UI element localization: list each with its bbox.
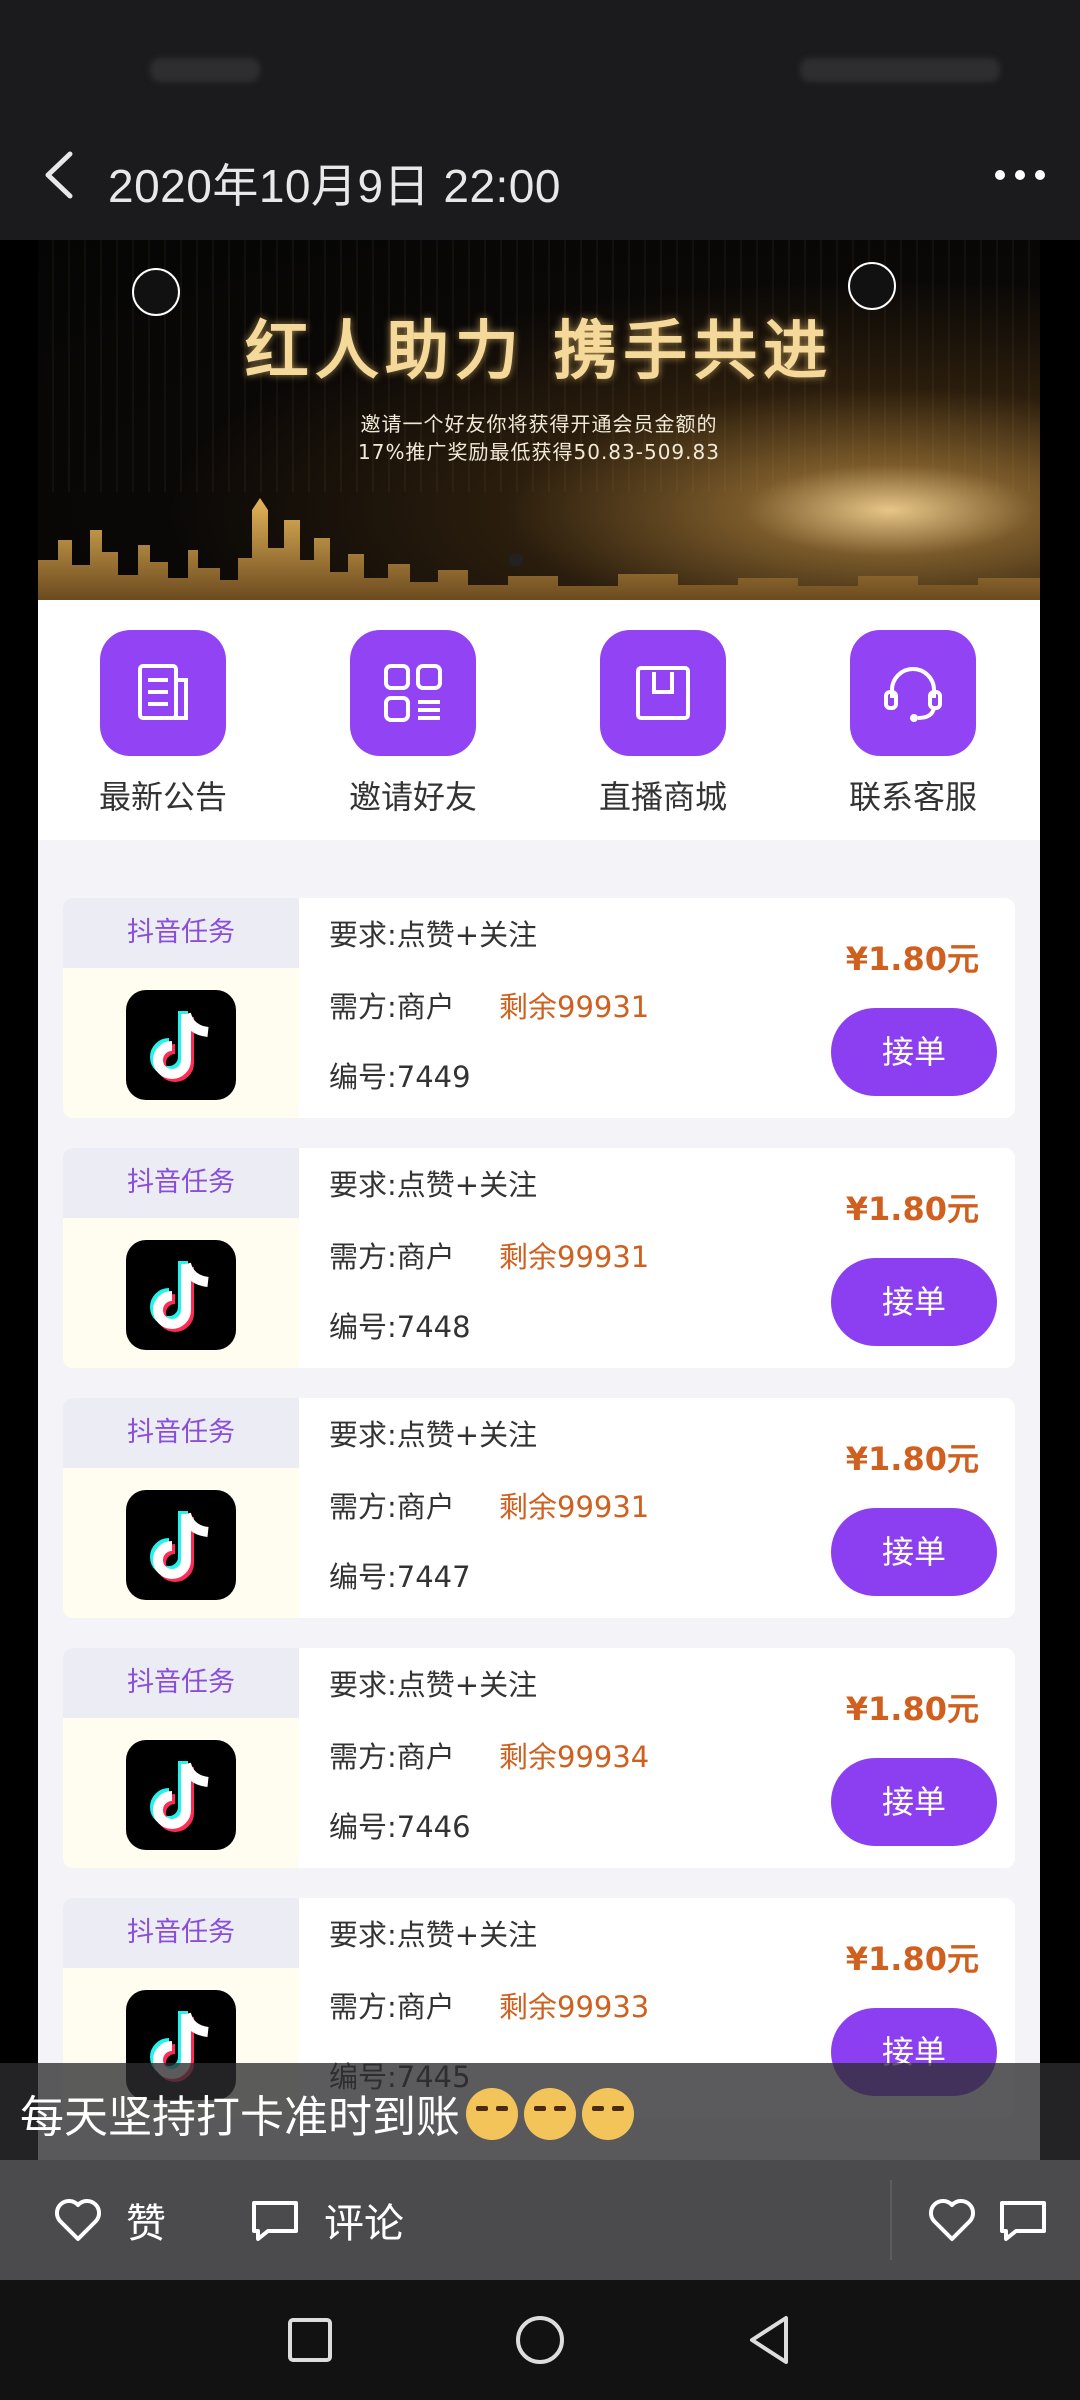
quick-item-invite-friends[interactable]: 邀请好友 xyxy=(313,630,513,820)
caption-text-row: 每天坚持打卡准时到账 xyxy=(20,2081,634,2145)
task-tag: 抖音任务 xyxy=(63,898,299,968)
task-requirement: 要求:点赞+关注 xyxy=(329,1168,538,1202)
tiktok-app-icon xyxy=(126,1490,236,1600)
task-party: 需方:商户 xyxy=(329,990,455,1024)
tiktok-app-icon xyxy=(126,1240,236,1350)
triangle-back-icon xyxy=(750,2316,788,2364)
comment-quick-button[interactable] xyxy=(996,2160,1050,2280)
accept-order-button[interactable]: 接单 xyxy=(831,1258,997,1346)
task-remaining: 剩余99933 xyxy=(499,1990,650,2024)
comment-bubble-icon xyxy=(252,2201,298,2241)
task-remaining: 剩余99931 xyxy=(499,1240,650,1274)
comment-button[interactable]: 评论 xyxy=(248,2160,404,2280)
status-bar-right-blur xyxy=(800,58,1000,82)
task-tag-area: 抖音任务 xyxy=(63,1648,299,1868)
status-bar-left-blur xyxy=(150,58,260,82)
task-price: ¥1.80元 xyxy=(845,1440,979,1478)
system-nav-bar xyxy=(0,2280,1080,2400)
heart-icon xyxy=(54,2198,102,2241)
task-remaining: 剩余99931 xyxy=(499,990,650,1024)
task-remaining: 剩余99931 xyxy=(499,1490,650,1524)
accept-order-button[interactable]: 接单 xyxy=(831,1508,997,1596)
task-tag: 抖音任务 xyxy=(63,1398,299,1468)
tiktok-app-icon xyxy=(126,1740,236,1850)
status-bar xyxy=(0,0,1080,110)
tiktok-app-icon xyxy=(126,990,236,1100)
like-label: 赞 xyxy=(126,2201,166,2247)
task-price: ¥1.80元 xyxy=(845,940,979,978)
task-requirement: 要求:点赞+关注 xyxy=(329,1918,538,1952)
task-card: 抖音任务 要求:点赞+关注 需方:商户 剩余99931 编号:7447 ¥1.8… xyxy=(63,1398,1015,1618)
task-card: 抖音任务 要求:点赞+关注 需方:商户 剩余99931 编号:7449 ¥1.8… xyxy=(63,898,1015,1118)
home-button[interactable] xyxy=(510,2310,570,2370)
task-card: 抖音任务 要求:点赞+关注 需方:商户 剩余99931 编号:7448 ¥1.8… xyxy=(63,1148,1015,1368)
document-icon xyxy=(100,630,226,756)
promo-banner[interactable]: 红人助力 携手共进 邀请一个好友你将获得开通会员金额的 17%推广奖励最低获得5… xyxy=(38,240,1040,600)
post-caption: 每天坚持打卡准时到账 xyxy=(0,2063,1080,2160)
like-button[interactable]: 赞 xyxy=(52,2160,166,2280)
task-price: ¥1.80元 xyxy=(845,1690,979,1728)
post-action-bar: 赞 评论 xyxy=(0,2160,1080,2280)
carousel-indicator[interactable] xyxy=(509,553,523,567)
task-tag-area: 抖音任务 xyxy=(63,1398,299,1618)
task-requirement: 要求:点赞+关注 xyxy=(329,1668,538,1702)
quick-item-announcements[interactable]: 最新公告 xyxy=(63,630,263,820)
quick-item-label: 邀请好友 xyxy=(348,778,477,816)
task-tag-area: 抖音任务 xyxy=(63,1148,299,1368)
caption-text: 每天坚持打卡准时到账 xyxy=(20,2092,460,2143)
quick-item-customer-service[interactable]: 联系客服 xyxy=(813,630,1013,820)
quick-item-label: 联系客服 xyxy=(848,778,977,816)
quick-item-label: 直播商城 xyxy=(598,778,727,816)
task-party: 需方:商户 xyxy=(329,1740,455,1774)
back-nav-button[interactable] xyxy=(740,2310,800,2370)
comment-label: 评论 xyxy=(324,2201,404,2247)
square-icon xyxy=(288,2318,332,2362)
chevron-left-icon xyxy=(45,151,73,199)
page-title: 2020年10月9日 22:00 xyxy=(108,160,561,212)
task-party: 需方:商户 xyxy=(329,1990,455,2024)
top-header: 2020年10月9日 22:00 xyxy=(0,110,1080,240)
recents-button[interactable] xyxy=(280,2310,340,2370)
task-tag-area: 抖音任务 xyxy=(63,898,299,1118)
banner-headline: 红人助力 携手共进 xyxy=(244,314,834,389)
task-price: ¥1.80元 xyxy=(845,1940,979,1978)
doge-emoji-icon xyxy=(466,2088,518,2140)
task-code: 编号:7449 xyxy=(329,1060,471,1094)
task-party: 需方:商户 xyxy=(329,1240,455,1274)
quick-menu: 最新公告 邀请好友 直播商城 联系客服 xyxy=(38,600,1040,840)
back-button[interactable] xyxy=(30,142,96,208)
task-card: 抖音任务 要求:点赞+关注 需方:商户 剩余99934 编号:7446 ¥1.8… xyxy=(63,1648,1015,1868)
task-code: 编号:7446 xyxy=(329,1810,471,1844)
task-tag: 抖音任务 xyxy=(63,1648,299,1718)
banner-subtitle-line2: 17%推广奖励最低获得50.83-509.83 xyxy=(358,440,720,464)
task-requirement: 要求:点赞+关注 xyxy=(329,1418,538,1452)
banner-subtitle-line1: 邀请一个好友你将获得开通会员金额的 xyxy=(360,412,718,436)
doge-emoji-icon xyxy=(582,2088,634,2140)
grid-list-icon xyxy=(350,630,476,756)
doge-emoji-icon xyxy=(524,2088,576,2140)
task-tag: 抖音任务 xyxy=(63,1148,299,1218)
task-price: ¥1.80元 xyxy=(845,1190,979,1228)
task-tag: 抖音任务 xyxy=(63,1898,299,1968)
task-code: 编号:7447 xyxy=(329,1560,471,1594)
accept-order-button[interactable]: 接单 xyxy=(831,1008,997,1096)
task-requirement: 要求:点赞+关注 xyxy=(329,918,538,952)
quick-item-label: 最新公告 xyxy=(98,778,227,816)
task-remaining: 剩余99934 xyxy=(499,1740,650,1774)
task-party: 需方:商户 xyxy=(329,1490,455,1524)
quick-item-live-mall[interactable]: 直播商城 xyxy=(563,630,763,820)
more-options-button[interactable] xyxy=(988,150,1052,200)
comment-bubble-icon xyxy=(1000,2201,1046,2241)
heart-icon xyxy=(928,2198,976,2241)
accept-order-button[interactable]: 接单 xyxy=(831,1758,997,1846)
app-screenshot: 红人助力 携手共进 邀请一个好友你将获得开通会员金额的 17%推广奖励最低获得5… xyxy=(38,240,1040,2160)
headset-icon xyxy=(850,630,976,756)
more-dots-icon xyxy=(995,170,1045,180)
circle-icon xyxy=(516,2316,564,2364)
task-code: 编号:7448 xyxy=(329,1310,471,1344)
city-skyline-graphic xyxy=(38,498,1040,600)
like-quick-button[interactable] xyxy=(926,2160,978,2280)
shopping-bag-icon xyxy=(600,630,726,756)
action-divider xyxy=(890,2180,892,2260)
